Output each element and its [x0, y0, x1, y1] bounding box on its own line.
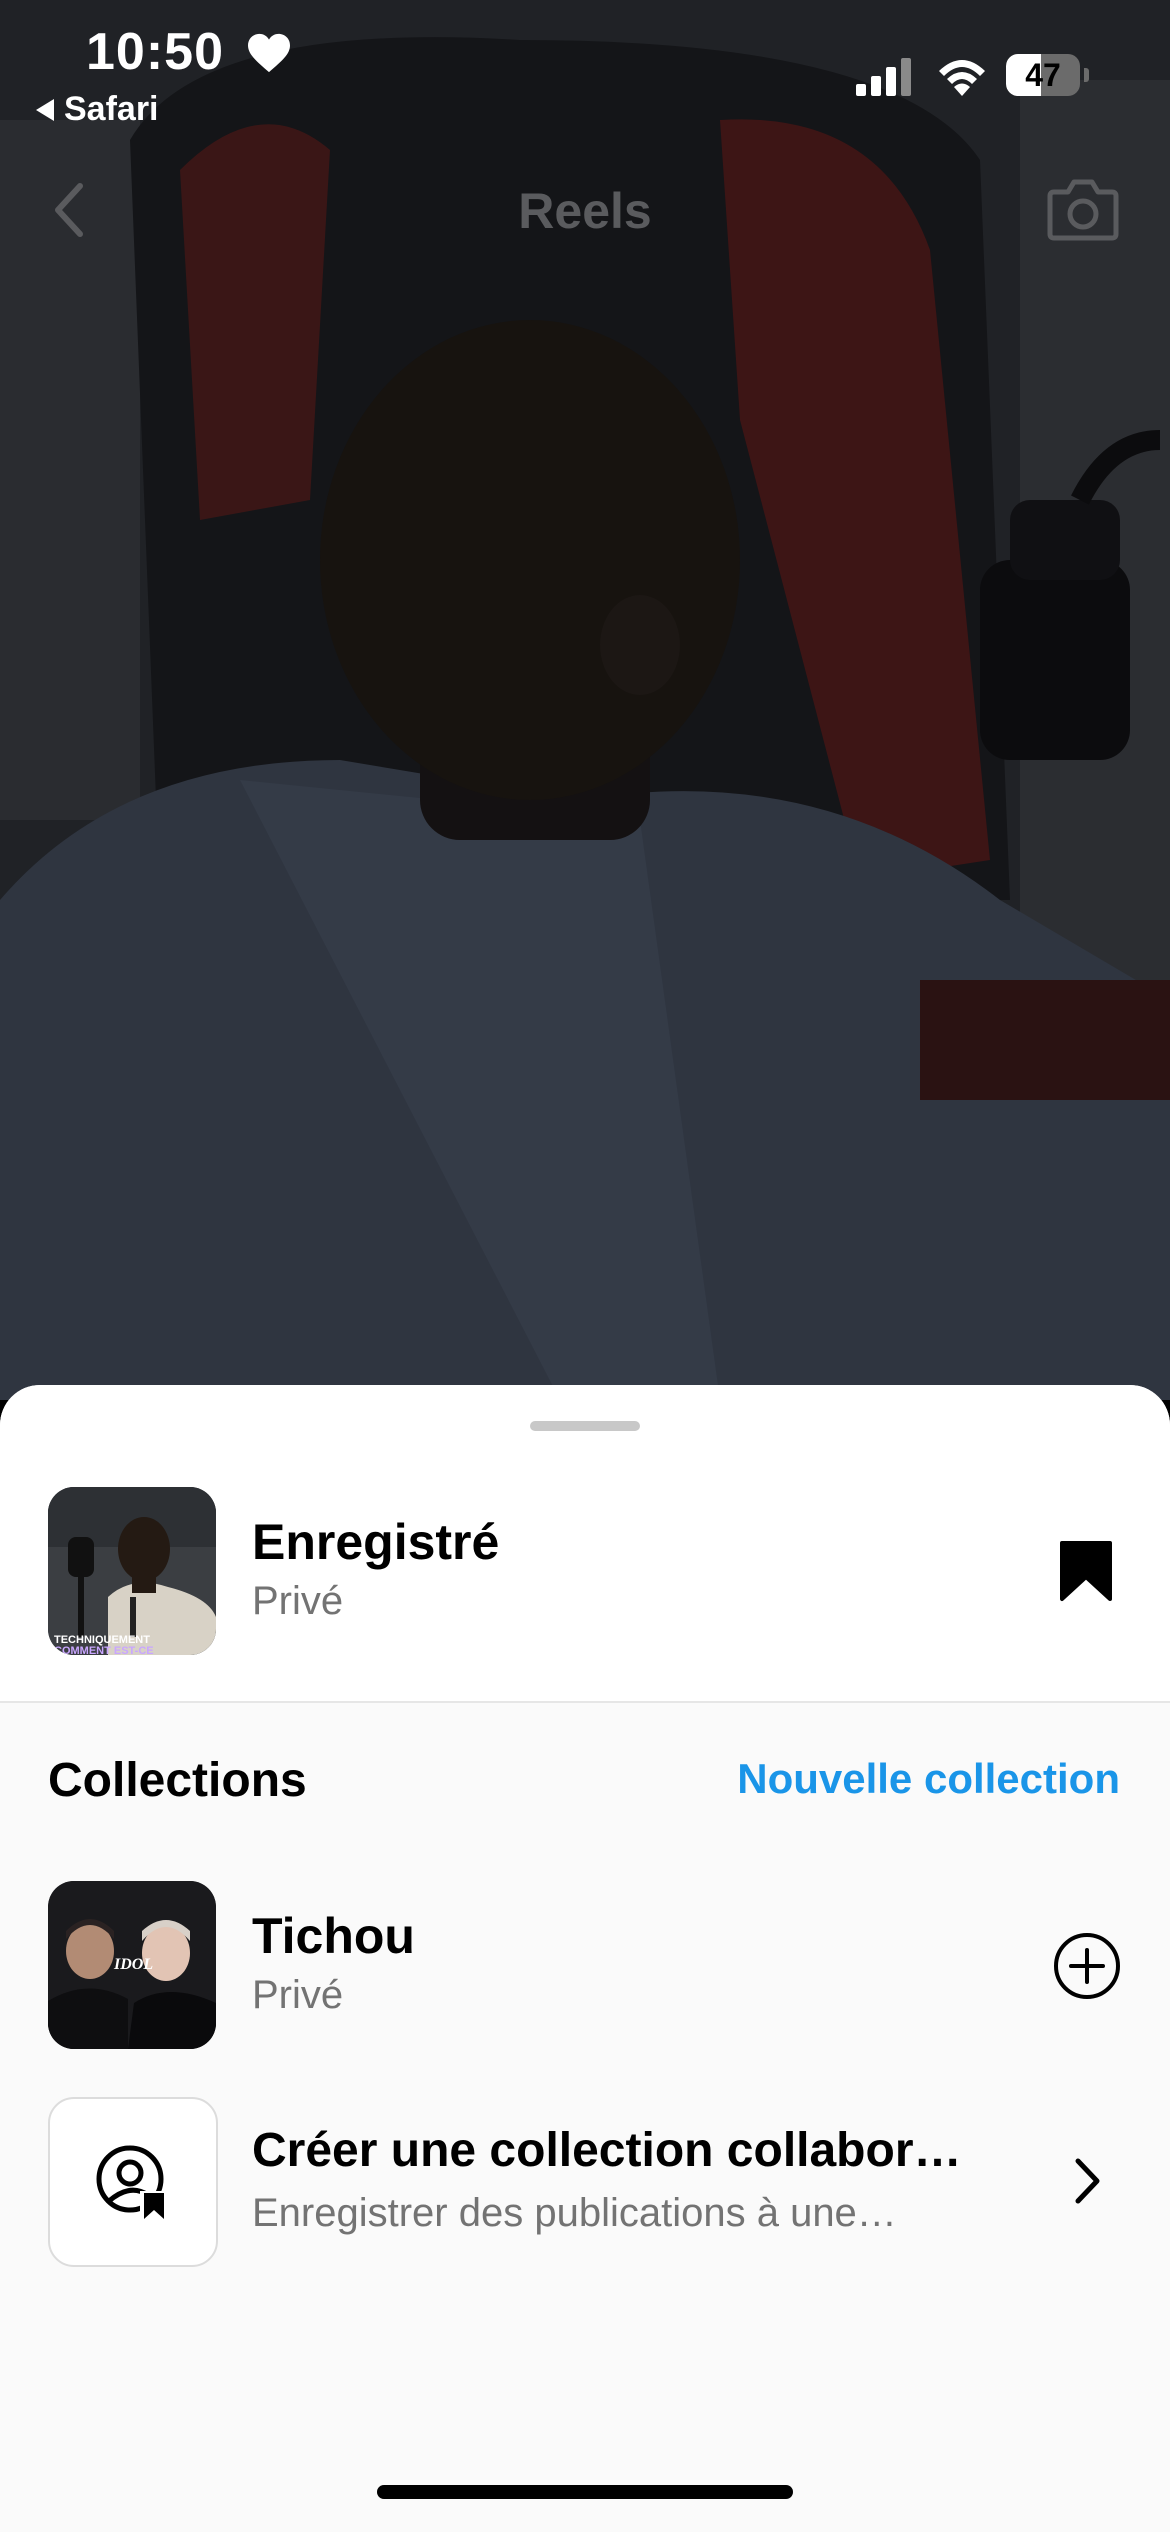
reels-header: Reels: [0, 170, 1170, 250]
status-time: 10:50: [86, 23, 224, 81]
back-triangle-icon: [36, 98, 54, 121]
collab-user-bookmark-icon: [96, 2145, 166, 2219]
tichou-subtitle: Privé: [252, 1973, 344, 2017]
chevron-right-icon[interactable]: [1070, 2155, 1104, 2207]
saved-thumbnail: TECHNIQUEMENT COMMENT EST-CE: [48, 1487, 216, 1655]
home-indicator[interactable]: [377, 2485, 793, 2499]
heart-icon: [248, 33, 290, 73]
back-app-label: Safari: [64, 90, 159, 128]
saved-thumbnail-image: TECHNIQUEMENT COMMENT EST-CE: [48, 1487, 216, 1655]
battery-level: 47: [1025, 57, 1061, 93]
reels-title: Reels: [518, 183, 652, 239]
collections-heading: Collections: [48, 1754, 307, 1807]
new-collection-button[interactable]: Nouvelle collection: [737, 1755, 1120, 1803]
battery-body: 47: [1006, 54, 1080, 96]
collab-subtitle: Enregistrer des publications à une…: [252, 2191, 897, 2235]
tichou-title: Tichou: [252, 1908, 415, 1964]
tichou-thumbnail-image: IDOL: [48, 1881, 216, 2049]
camera-icon[interactable]: [1046, 174, 1120, 242]
status-bar: 10:50 Safari 47: [0, 0, 1170, 140]
wifi-icon: [939, 60, 985, 96]
screen: 10:50 Safari 47 Reels TECHNIQUEMENT COMM…: [0, 0, 1170, 2532]
back-to-safari-button[interactable]: Safari: [36, 90, 159, 129]
save-bottom-sheet: TECHNIQUEMENT COMMENT EST-CE Enregistré …: [0, 1385, 1170, 2532]
add-circle-icon[interactable]: [1052, 1931, 1122, 2001]
collab-title: Créer une collection collabor…: [252, 2124, 962, 2177]
saved-thumb-caption-2: COMMENT EST-CE: [54, 1645, 154, 1655]
saved-subtitle: Privé: [252, 1579, 344, 1623]
tichou-thumbnail: IDOL: [48, 1881, 216, 2049]
battery-indicator: 47: [1006, 54, 1089, 96]
battery-tip: [1084, 68, 1089, 82]
sheet-grabber[interactable]: [530, 1421, 640, 1431]
cellular-signal-icon: [856, 58, 911, 96]
tichou-thumb-text: IDOL: [113, 1956, 153, 1973]
saved-section: TECHNIQUEMENT COMMENT EST-CE Enregistré …: [0, 1385, 1170, 1703]
collab-icon-box: [48, 2097, 218, 2267]
bookmark-filled-icon[interactable]: [1058, 1539, 1114, 1603]
saved-title: Enregistré: [252, 1514, 500, 1570]
